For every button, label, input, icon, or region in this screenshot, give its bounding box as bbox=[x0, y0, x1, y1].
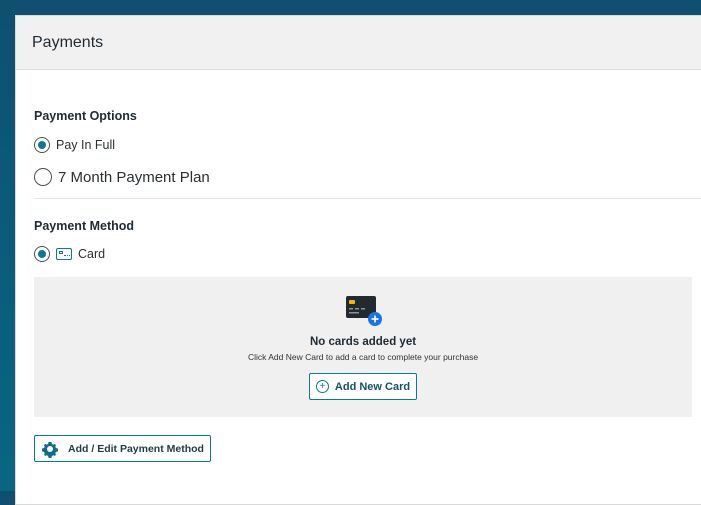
pay-in-full-label: Pay In Full bbox=[56, 138, 116, 152]
card-radio[interactable] bbox=[34, 246, 50, 262]
empty-subtitle: Click Add New Card to add a card to comp… bbox=[247, 352, 479, 362]
add-new-card-label: Add New Card bbox=[334, 380, 411, 393]
payments-panel: Payments Payment Options Pay In Full 7 M… bbox=[15, 15, 701, 505]
add-edit-payment-method-label: Add / Edit Payment Method bbox=[68, 442, 204, 455]
card-icon bbox=[56, 248, 72, 260]
section-divider bbox=[34, 198, 701, 199]
plus-circle-icon: + bbox=[315, 380, 329, 393]
add-new-card-button[interactable]: + Add New Card bbox=[309, 373, 417, 400]
payment-options-title: Payment Options bbox=[34, 109, 137, 123]
option-7-month-plan[interactable]: 7 Month Payment Plan bbox=[34, 168, 210, 186]
payment-method-title: Payment Method bbox=[34, 219, 135, 233]
7-month-plan-radio[interactable] bbox=[34, 168, 52, 186]
panel-header: Payments bbox=[16, 16, 701, 70]
add-edit-payment-method-button[interactable]: Add / Edit Payment Method bbox=[34, 435, 211, 462]
gear-icon bbox=[41, 441, 59, 458]
7-month-plan-label: 7 Month Payment Plan bbox=[58, 168, 210, 186]
option-pay-in-full[interactable]: Pay In Full bbox=[34, 137, 115, 153]
credit-card-add-icon bbox=[346, 296, 382, 326]
card-label: Card bbox=[78, 247, 106, 261]
method-card[interactable]: Card bbox=[34, 246, 105, 262]
empty-cards-box: No cards added yet Click Add New Card to… bbox=[34, 277, 692, 417]
pay-in-full-radio[interactable] bbox=[34, 137, 50, 153]
page-title: Payments bbox=[32, 33, 104, 51]
empty-title: No cards added yet bbox=[309, 336, 417, 348]
